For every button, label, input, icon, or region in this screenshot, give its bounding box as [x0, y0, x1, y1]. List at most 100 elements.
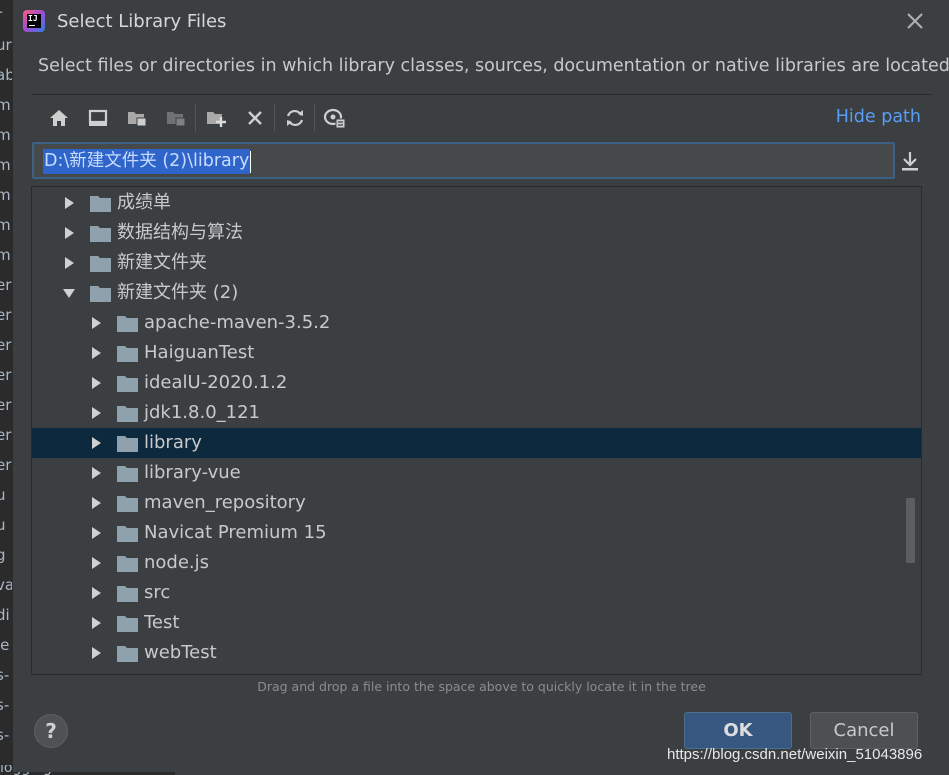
collapsed-arrow-icon[interactable]	[63, 227, 75, 239]
tree-row-label: maven_repository	[144, 492, 306, 513]
folder-icon	[117, 316, 138, 332]
collapsed-arrow-icon[interactable]	[63, 257, 75, 269]
new-folder-icon[interactable]	[196, 102, 235, 134]
background-editor-char: s-	[0, 696, 10, 714]
collapsed-arrow-icon[interactable]	[90, 317, 102, 329]
tree-row[interactable]: idealU-2020.1.2	[32, 368, 921, 398]
tree-row[interactable]: library	[32, 428, 921, 458]
project-folder-icon[interactable]	[117, 102, 156, 134]
title-bar[interactable]: IJ Select Library Files	[13, 0, 949, 44]
tree-row-label: library	[144, 432, 202, 453]
tree-row[interactable]: src	[32, 578, 921, 608]
tree-row[interactable]: node.js	[32, 548, 921, 578]
tree-row[interactable]: 成绩单	[32, 188, 921, 218]
expanded-arrow-icon[interactable]	[63, 287, 75, 299]
tree-row-label: jdk1.8.0_121	[144, 402, 261, 423]
tree-row[interactable]: library-vue	[32, 458, 921, 488]
path-input[interactable]: D:\新建文件夹 (2)\library	[32, 142, 895, 179]
ok-button[interactable]: OK	[684, 712, 792, 749]
folder-icon	[117, 346, 138, 362]
collapsed-arrow-icon[interactable]	[90, 557, 102, 569]
tree-row-label: 成绩单	[117, 192, 171, 213]
delete-icon[interactable]	[235, 102, 274, 134]
background-editor-char: va	[0, 576, 12, 594]
background-editor-char: er	[0, 366, 12, 384]
tree-scrollbar[interactable]	[906, 498, 915, 563]
folder-icon	[117, 496, 138, 512]
folder-icon	[90, 286, 111, 302]
background-editor-char: ab	[0, 66, 12, 84]
background-editor-char: u	[0, 516, 6, 534]
close-icon[interactable]	[904, 10, 926, 32]
folder-icon	[117, 616, 138, 632]
select-library-files-dialog: IJ Select Library Files Select files or …	[12, 0, 949, 772]
tree-row[interactable]: webTest	[32, 638, 921, 668]
cancel-button[interactable]: Cancel	[810, 712, 918, 749]
collapsed-arrow-icon[interactable]	[90, 647, 102, 659]
tree-row-label: HaiguanTest	[144, 342, 255, 363]
collapsed-arrow-icon[interactable]	[90, 617, 102, 629]
collapsed-arrow-icon[interactable]	[90, 407, 102, 419]
folder-icon	[117, 466, 138, 482]
tree-row-label: 新建文件夹	[117, 252, 207, 273]
tree-row[interactable]: 新建文件夹	[32, 248, 921, 278]
desktop-icon[interactable]	[78, 102, 117, 134]
folder-icon	[117, 406, 138, 422]
tree-row[interactable]: HaiguanTest	[32, 338, 921, 368]
hide-path-link[interactable]: Hide path	[836, 107, 921, 127]
collapsed-arrow-icon[interactable]	[90, 437, 102, 449]
background-editor-char: m	[0, 216, 11, 234]
collapsed-arrow-icon[interactable]	[90, 467, 102, 479]
background-editor-char: g	[0, 546, 6, 564]
download-icon[interactable]	[899, 149, 921, 173]
background-editor-char: ur	[0, 36, 12, 54]
tree-row-label: apache-maven-3.5.2	[144, 312, 331, 333]
collapsed-arrow-icon[interactable]	[90, 527, 102, 539]
folder-icon	[90, 256, 111, 272]
tree-row[interactable]: 新建文件夹 (2)	[32, 278, 921, 308]
show-hidden-icon[interactable]	[315, 102, 354, 134]
background-editor-char: m	[0, 96, 11, 114]
text-caret	[250, 151, 251, 173]
module-folder-icon[interactable]	[156, 102, 195, 134]
folder-icon	[117, 586, 138, 602]
collapsed-arrow-icon[interactable]	[90, 497, 102, 509]
separator	[31, 94, 932, 95]
dialog-description: Select files or directories in which lib…	[38, 56, 949, 76]
tree-row-label: idealU-2020.1.2	[144, 372, 288, 393]
background-editor-char: er	[0, 456, 12, 474]
folder-icon	[117, 646, 138, 662]
home-icon[interactable]	[39, 102, 78, 134]
tree-row-label: library-vue	[144, 462, 241, 483]
collapsed-arrow-icon[interactable]	[63, 197, 75, 209]
tree-row[interactable]: Test	[32, 608, 921, 638]
intellij-app-icon: IJ	[23, 10, 45, 32]
tree-row-label: node.js	[144, 552, 210, 573]
background-editor-strip: rurabmmmmmmerererererereruugvadiies-s-s-	[0, 0, 12, 775]
collapsed-arrow-icon[interactable]	[90, 347, 102, 359]
drag-drop-hint: Drag and drop a file into the space abov…	[257, 679, 706, 694]
tree-row-label: src	[144, 582, 171, 603]
background-editor-char: m	[0, 156, 11, 174]
tree-row-label: Test	[144, 612, 180, 633]
collapsed-arrow-icon[interactable]	[90, 377, 102, 389]
help-button[interactable]: ?	[34, 714, 68, 748]
background-editor-char: er	[0, 276, 12, 294]
dialog-title: Select Library Files	[57, 11, 227, 32]
tree-row[interactable]: jdk1.8.0_121	[32, 398, 921, 428]
background-editor-char: m	[0, 246, 11, 264]
watermark-text: https://blog.csdn.net/weixin_51043896	[667, 746, 923, 763]
folder-icon	[90, 196, 111, 212]
folder-icon	[90, 226, 111, 242]
file-tree[interactable]: 成绩单数据结构与算法新建文件夹新建文件夹 (2) apache-maven-3.5…	[31, 186, 922, 675]
path-input-text: D:\新建文件夹 (2)\library	[43, 149, 251, 174]
background-editor-char: di	[0, 606, 10, 624]
collapsed-arrow-icon[interactable]	[90, 587, 102, 599]
tree-row[interactable]: apache-maven-3.5.2	[32, 308, 921, 338]
refresh-icon[interactable]	[275, 102, 314, 134]
tree-row[interactable]: 数据结构与算法	[32, 218, 921, 248]
background-editor-char: m	[0, 126, 11, 144]
tree-row[interactable]: maven_repository	[32, 488, 921, 518]
tree-row-label: webTest	[144, 642, 217, 663]
tree-row[interactable]: Navicat Premium 15	[32, 518, 921, 548]
